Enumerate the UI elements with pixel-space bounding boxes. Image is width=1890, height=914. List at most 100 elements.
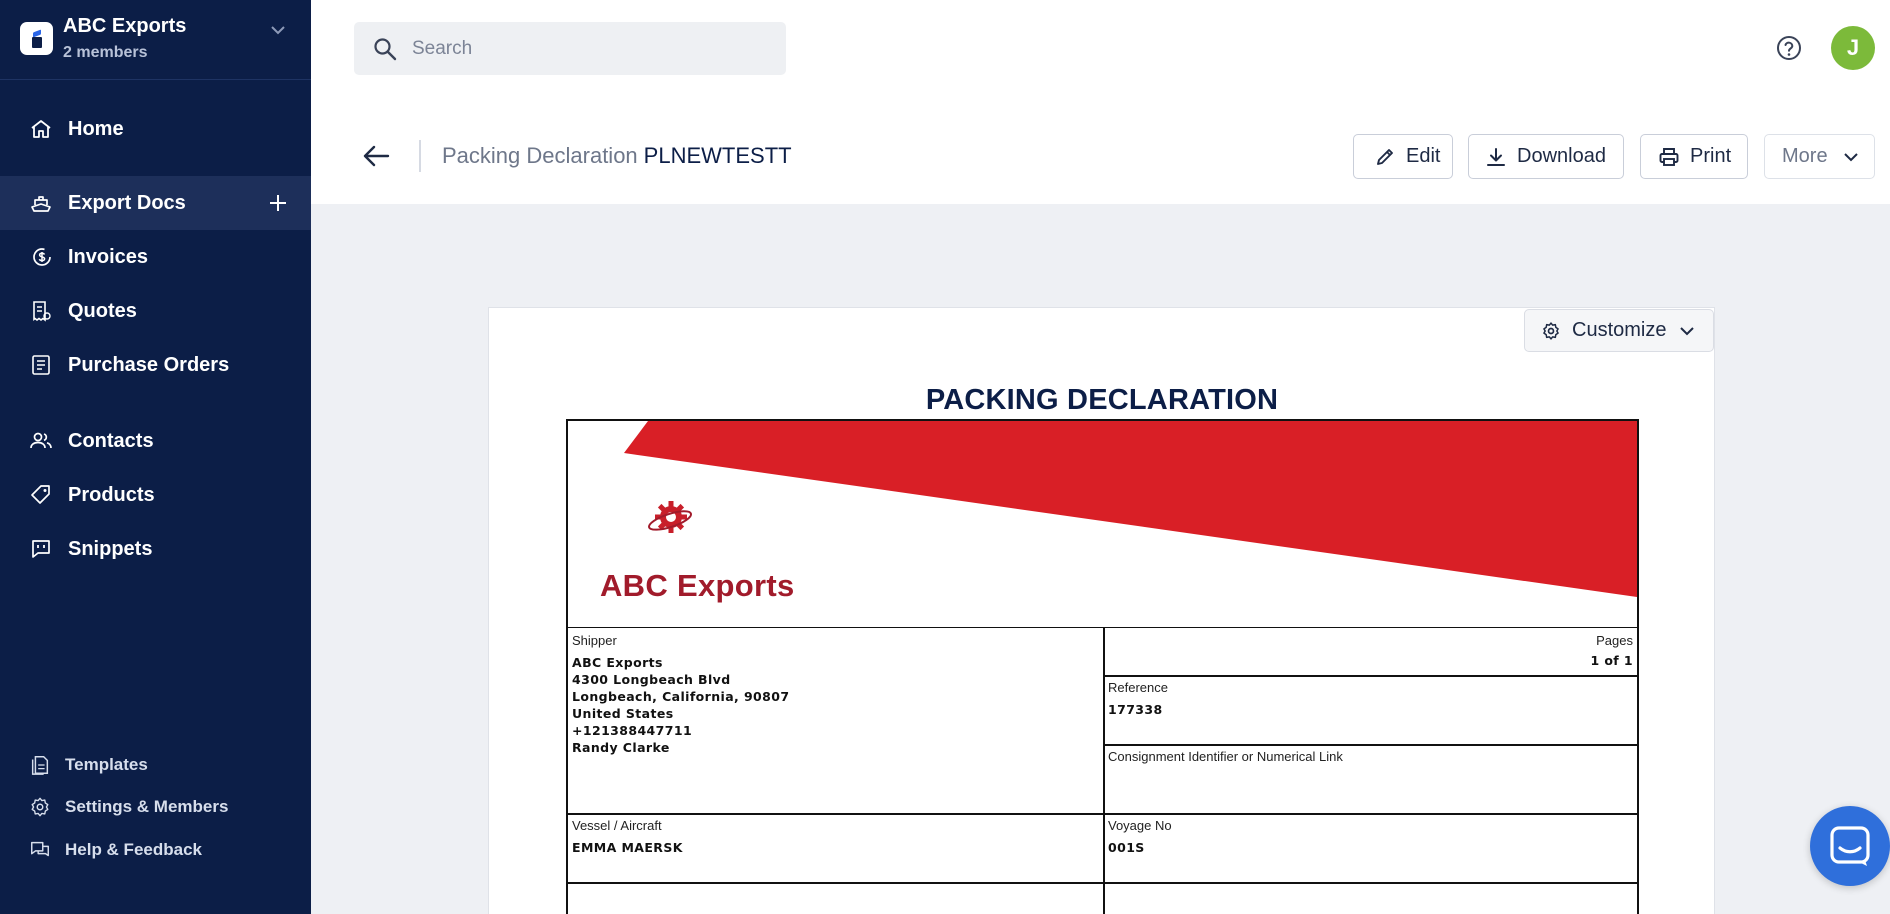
more-label: More [1782, 145, 1828, 167]
print-button[interactable]: Print [1640, 134, 1748, 179]
sidebar-item-invoices[interactable]: Invoices [0, 230, 311, 284]
search-icon [374, 38, 397, 61]
sidebar-item-help[interactable]: Help & Feedback [0, 830, 311, 870]
chat-launcher-button[interactable] [1810, 806, 1890, 886]
more-button[interactable]: More [1764, 134, 1875, 179]
grid-divider [1103, 675, 1637, 677]
document-type: Packing Declaration [442, 143, 638, 168]
shipper-line: Randy Clarke [572, 740, 670, 755]
document-heading: PACKING DECLARATION [925, 384, 1279, 416]
consignment-label: Consignment Identifier or Numerical Link [1108, 749, 1343, 764]
shipper-line: United States [572, 706, 674, 721]
sidebar-item-home[interactable]: Home [0, 102, 311, 156]
help-icon[interactable] [1775, 34, 1803, 62]
reference-label: Reference [1108, 680, 1168, 695]
reference-value: 177338 [1108, 702, 1163, 717]
voyage-cell: Voyage No 001S [1108, 818, 1633, 856]
gear-icon [31, 797, 49, 817]
order-list-icon [32, 355, 50, 375]
chevron-down-icon [1843, 152, 1858, 161]
sidebar-item-label: Templates [65, 755, 148, 774]
chevron-down-icon[interactable] [268, 20, 288, 40]
receipt-icon [33, 301, 51, 322]
home-icon [31, 120, 51, 138]
voyage-value: 001S [1108, 840, 1145, 855]
sidebar-item-label: Quotes [68, 299, 137, 322]
customize-label: Customize [1572, 319, 1667, 341]
shipper-line: Longbeach, California, 90807 [572, 689, 790, 704]
vessel-value: EMMA MAERSK [572, 840, 683, 855]
plus-icon[interactable] [266, 191, 290, 215]
logo-text: ABC Exports [600, 568, 795, 603]
search-input[interactable] [412, 30, 772, 68]
declaration-form: ABC Exports Shipper ABC Exports 4300 Lon… [566, 419, 1639, 914]
users-icon [30, 432, 52, 449]
shipper-line: +121388447711 [572, 723, 693, 738]
chat-bubbles-icon [31, 841, 49, 857]
sidebar-item-label: Products [68, 483, 155, 506]
sidebar-item-contacts[interactable]: Contacts [0, 414, 311, 468]
vessel-cell: Vessel / Aircraft EMMA MAERSK [572, 818, 1097, 856]
sidebar-item-products[interactable]: Products [0, 468, 311, 522]
shipper-cell: Shipper ABC Exports 4300 Longbeach Blvd … [572, 633, 1097, 756]
sidebar-item-export-docs[interactable]: Export Docs [0, 176, 311, 230]
dollar-circle-icon [33, 248, 51, 266]
grid-divider [568, 813, 1637, 815]
edit-button[interactable]: Edit [1353, 134, 1453, 179]
ship-icon [31, 196, 51, 212]
divider [419, 140, 421, 172]
sidebar-item-label: Home [68, 117, 124, 140]
search-box[interactable] [354, 22, 786, 75]
download-icon [1487, 147, 1505, 166]
shipper-label: Shipper [572, 633, 617, 648]
letterhead-banner: ABC Exports [568, 421, 1637, 628]
sidebar: ABC Exports 2 members Home Export Docs I… [0, 0, 311, 914]
printer-icon [1659, 147, 1679, 166]
org-members: 2 members [63, 44, 148, 61]
chat-icon [1830, 826, 1870, 866]
chevron-down-icon [1680, 326, 1695, 335]
tag-icon [31, 485, 50, 504]
grid-divider [568, 882, 1637, 884]
gear-icon [1543, 321, 1559, 340]
sidebar-item-settings[interactable]: Settings & Members [0, 787, 311, 827]
arrow-left-icon[interactable] [361, 143, 391, 169]
org-name: ABC Exports [63, 15, 187, 37]
sidebar-item-label: Snippets [68, 537, 153, 560]
vessel-label: Vessel / Aircraft [572, 818, 662, 833]
download-button[interactable]: Download [1468, 134, 1624, 179]
pages-value: 1 of 1 [1590, 653, 1633, 668]
consignment-cell: Consignment Identifier or Numerical Link [1108, 749, 1633, 770]
shipper-line: ABC Exports [572, 655, 663, 670]
org-switcher[interactable]: ABC Exports 2 members [0, 0, 311, 80]
sidebar-item-label: Purchase Orders [68, 353, 230, 376]
snippet-icon [32, 540, 50, 558]
edit-label: Edit [1406, 145, 1441, 167]
sidebar-item-snippets[interactable]: Snippets [0, 522, 311, 576]
page-title: Packing Declaration PLNEWTESTT [442, 143, 792, 169]
customize-button[interactable]: Customize [1524, 309, 1714, 352]
shipper-line: 4300 Longbeach Blvd [572, 672, 731, 687]
template-icon [31, 756, 49, 775]
sidebar-item-label: Help & Feedback [65, 840, 202, 859]
sidebar-item-label: Invoices [68, 245, 149, 268]
pencil-icon [1377, 148, 1393, 165]
sidebar-item-label: Settings & Members [65, 797, 229, 816]
sidebar-item-label: Export Docs [68, 191, 186, 214]
gear-logo-icon [648, 501, 693, 533]
grid-divider [1103, 628, 1105, 914]
sidebar-item-label: Contacts [68, 429, 154, 452]
pages-label: Pages [1596, 633, 1633, 648]
pages-cell: Pages 1 of 1 [1108, 633, 1633, 669]
print-label: Print [1690, 145, 1732, 167]
download-label: Download [1517, 145, 1606, 167]
sidebar-item-purchase-orders[interactable]: Purchase Orders [0, 338, 311, 392]
org-logo [20, 22, 53, 55]
voyage-label: Voyage No [1108, 818, 1172, 833]
grid-divider [1103, 744, 1637, 746]
avatar[interactable]: J [1831, 26, 1875, 70]
sidebar-item-quotes[interactable]: Quotes [0, 284, 311, 338]
sidebar-item-templates[interactable]: Templates [0, 745, 311, 785]
document-id: PLNEWTESTT [643, 143, 792, 168]
reference-cell: Reference 177338 [1108, 680, 1633, 718]
